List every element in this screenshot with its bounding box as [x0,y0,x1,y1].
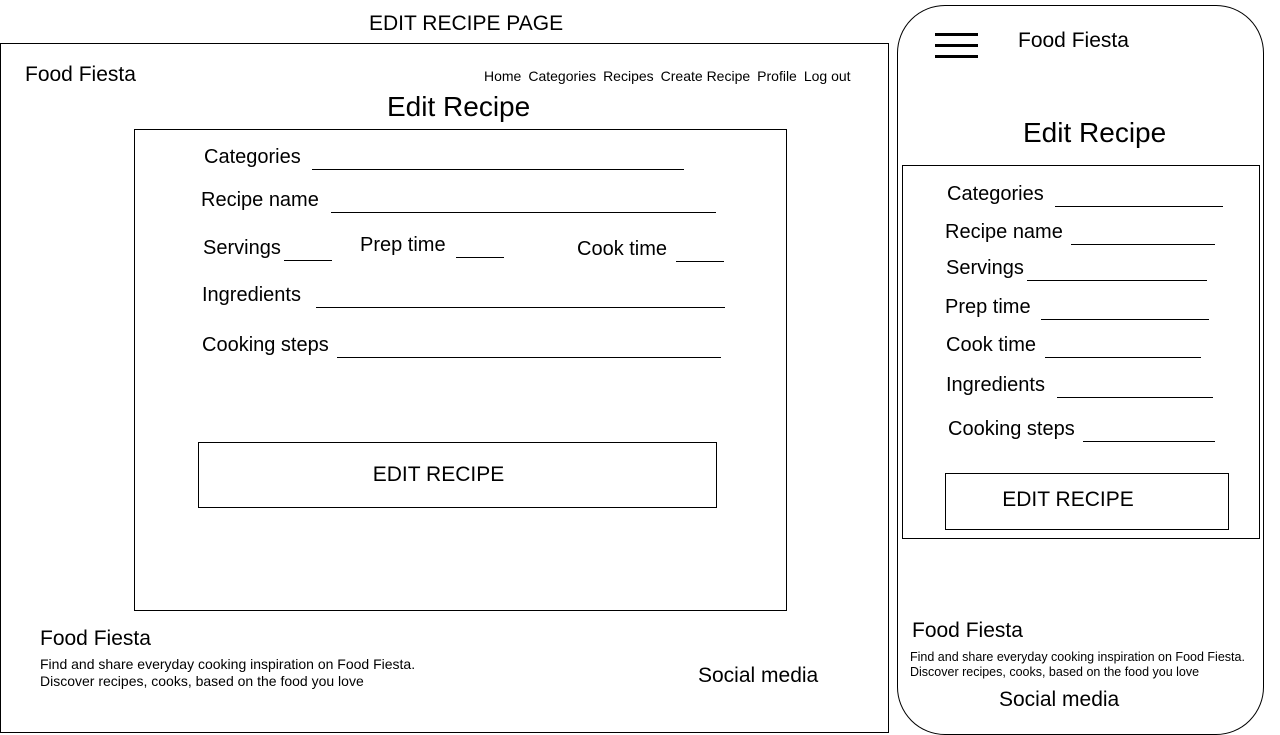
nav-link-create-recipe[interactable]: Create Recipe [661,68,751,84]
mobile-prep-time-label: Prep time [945,296,1031,318]
desktop-footer-line-2: Discover recipes, cooks, based on the fo… [40,673,364,689]
mobile-cook-time-label: Cook time [946,334,1037,356]
cooking-steps-input[interactable] [337,357,721,358]
page-heading: EDIT RECIPE PAGE [369,12,564,35]
mobile-footer-line-2: Discover recipes, cooks, based on the fo… [910,665,1200,679]
mobile-footer-brand: Food Fiesta [912,619,1023,642]
servings-input[interactable] [284,260,332,261]
nav-link-recipes[interactable]: Recipes [603,68,654,84]
mobile-edit-recipe-button-label: EDIT RECIPE [1002,488,1134,511]
categories-label: Categories [204,146,301,168]
desktop-footer-brand: Food Fiesta [40,627,151,650]
mobile-cooking-steps-input[interactable] [1083,441,1215,442]
recipe-name-input[interactable] [331,212,716,213]
mobile-recipe-name-label: Recipe name [945,221,1063,243]
ingredients-input[interactable] [316,307,725,308]
nav-link-log-out[interactable]: Log out [804,68,851,84]
prep-time-input[interactable] [456,257,504,258]
desktop-social-media[interactable]: Social media [698,664,818,688]
desktop-brand-logo[interactable]: Food Fiesta [25,63,136,87]
nav-link-home[interactable]: Home [484,68,521,84]
mobile-recipe-name-input[interactable] [1071,244,1215,245]
categories-input[interactable] [312,169,684,170]
edit-recipe-button[interactable]: EDIT RECIPE [198,442,717,508]
recipe-name-label: Recipe name [201,189,319,211]
nav-link-categories[interactable]: Categories [528,68,596,84]
desktop-footer-line-1: Find and share everyday cooking inspirat… [40,656,416,672]
mobile-servings-label: Servings [946,257,1024,279]
mobile-page-title: Edit Recipe [1023,117,1167,148]
hamburger-menu-icon[interactable] [935,33,978,59]
cook-time-input[interactable] [676,261,724,262]
mobile-ingredients-label: Ingredients [946,374,1045,396]
cook-time-label: Cook time [577,238,668,260]
mobile-servings-input[interactable] [1027,280,1207,281]
mobile-prep-time-input[interactable] [1041,319,1209,320]
desktop-page-title: Edit Recipe [387,91,531,122]
servings-label: Servings [203,237,281,259]
cooking-steps-label: Cooking steps [202,334,329,356]
mobile-ingredients-input[interactable] [1057,397,1213,398]
mobile-cook-time-input[interactable] [1045,357,1201,358]
mobile-categories-input[interactable] [1055,206,1223,207]
mobile-footer-line-1: Find and share everyday cooking inspirat… [910,650,1245,664]
mobile-cooking-steps-label: Cooking steps [948,418,1075,440]
prep-time-label: Prep time [360,234,446,256]
ingredients-label: Ingredients [202,284,301,306]
nav-link-profile[interactable]: Profile [757,68,797,84]
mobile-edit-recipe-button[interactable]: EDIT RECIPE [945,473,1229,530]
mobile-brand-logo[interactable]: Food Fiesta [1018,29,1129,53]
edit-recipe-button-label: EDIT RECIPE [372,463,505,486]
mobile-categories-label: Categories [947,183,1044,205]
desktop-footer-description: Find and share everyday cooking inspirat… [40,656,500,690]
mobile-social-media[interactable]: Social media [999,688,1119,712]
desktop-nav: Home Categories Recipes Create Recipe Profil… [484,68,851,84]
mobile-footer-description: Find and share everyday cooking inspirat… [910,650,1250,680]
